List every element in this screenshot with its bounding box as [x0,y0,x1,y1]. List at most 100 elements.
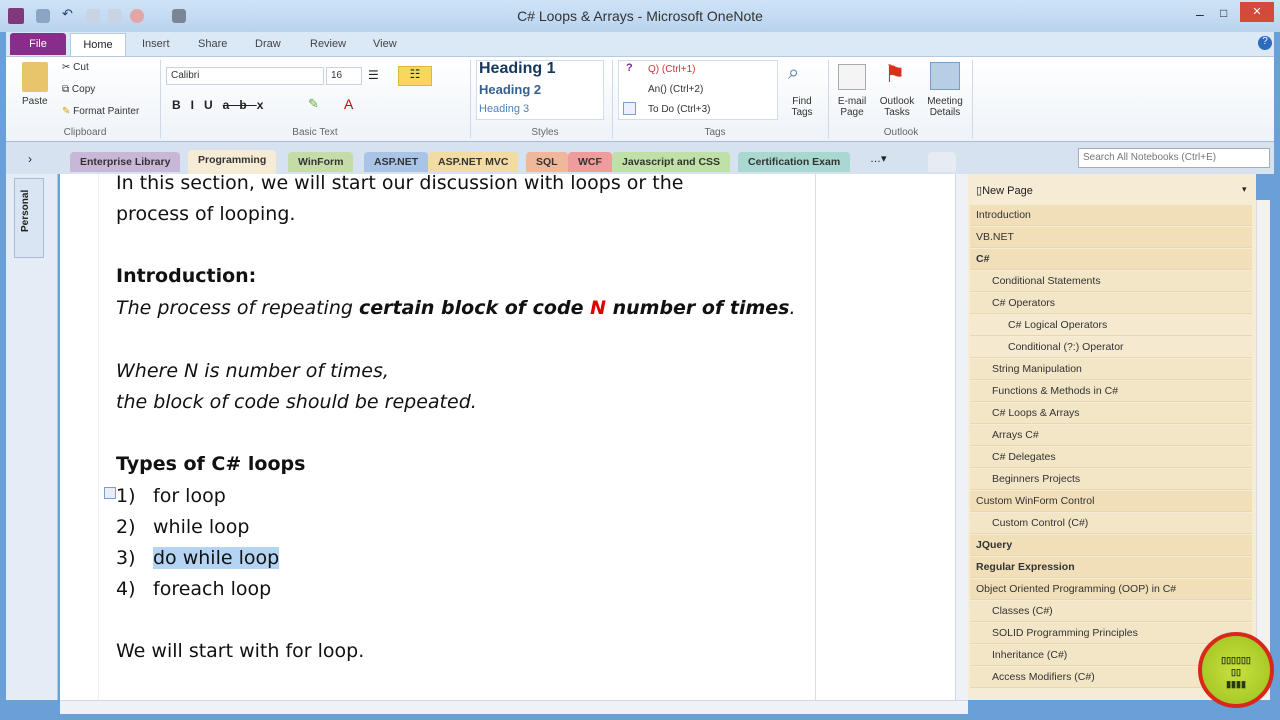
intro-line-1: In this section, we will start our discu… [116,172,684,194]
section-tab[interactable]: Programming [188,150,277,174]
find-tags-button[interactable]: Find Tags [786,96,818,118]
format-painter-button[interactable]: ✎ Format Painter [62,106,139,117]
divider [612,60,613,138]
page-canvas[interactable] [60,174,955,700]
scissors-icon: ✂ [62,62,74,73]
flag-icon: ⚑ [884,61,906,88]
tab-review[interactable]: Review [310,38,346,50]
style-heading-2[interactable]: Heading 2 [479,82,541,97]
font-color-icon[interactable]: A [344,96,353,112]
help-icon[interactable]: ? [1258,36,1272,50]
outlook-tasks-button[interactable]: Outlook Tasks [874,96,920,118]
paste-button[interactable]: Paste [22,96,48,107]
font-size-select[interactable]: 16 [326,67,362,85]
watermark-badge: ▯▯▯▯▯▯ ▯▯ ▮▮▮▮ [1198,632,1274,708]
page-vertical-scrollbar[interactable] [955,174,968,700]
ribbon-tab-bar [6,32,1274,56]
close-button[interactable]: ✕ [1240,2,1274,22]
style-heading-1[interactable]: Heading 1 [479,60,555,78]
meeting-icon [930,62,960,90]
tab-view[interactable]: View [373,38,397,50]
numbering-button[interactable]: ☷ [398,66,432,86]
copy-icon: ⧉ [62,84,72,95]
section-heading: Introduction: [116,265,257,287]
page-item[interactable]: Custom WinForm Control [970,491,1252,512]
page-item[interactable]: C# Operators [970,293,1252,314]
page-horizontal-scrollbar[interactable] [60,700,968,714]
maximize-button[interactable]: □ [1220,6,1227,20]
highlight-icon[interactable]: ✎ [308,96,319,112]
page-item[interactable]: Conditional Statements [970,271,1252,292]
copy-button[interactable]: ⧉ Copy [62,84,95,95]
page-item[interactable]: C# Logical Operators [970,315,1252,336]
meeting-details-button[interactable]: Meeting Details [922,96,968,118]
paste-icon [22,62,48,92]
notebook-label: Personal [20,189,31,232]
expand-notebooks-icon[interactable]: › [28,152,32,166]
page-item[interactable]: Arrays C# [970,425,1252,446]
tab-draw[interactable]: Draw [255,38,281,50]
page-item[interactable]: String Manipulation [970,359,1252,380]
cut-button[interactable]: ✂ Cut [62,62,89,73]
divider [470,60,471,138]
tab-insert[interactable]: Insert [142,38,170,50]
section-tab[interactable]: ASP.NET MVC [428,152,519,172]
tab-file[interactable]: File [10,33,66,55]
where-line-2: the block of code should be repeated. [116,391,477,413]
selected-text: do while loop [153,547,280,569]
section-tab[interactable]: WCF [568,152,612,172]
types-heading: Types of C# loops [116,453,306,475]
new-page-dropdown-icon[interactable]: ▾ [1242,184,1247,195]
bullets-icon[interactable]: ☰ [368,68,379,82]
page-item[interactable]: C# Delegates [970,447,1252,468]
page-item[interactable]: Conditional (?:) Operator [970,337,1252,358]
divider [828,60,829,138]
page-item[interactable]: Classes (C#) [970,601,1252,622]
page-item[interactable]: VB.NET [970,227,1252,248]
email-page-button[interactable]: E-mail Page [834,96,870,118]
page-item[interactable]: Regular Expression [970,557,1252,578]
style-heading-3[interactable]: Heading 3 [479,103,529,115]
page-item[interactable]: C# [970,249,1252,270]
section-tab[interactable]: Enterprise Library [70,152,181,172]
list-item[interactable]: 4) foreach loop [110,578,271,600]
new-section-tab[interactable] [928,152,956,172]
list-item[interactable]: 1) for loop [110,485,226,507]
page-list-scrollbar[interactable] [1256,200,1270,700]
group-label-outlook: Outlook [883,127,919,138]
tab-home[interactable]: Home [70,33,126,57]
new-page-button[interactable]: ▯New Page [976,184,1033,197]
page-item[interactable]: Introduction [970,205,1252,226]
tag-todo[interactable]: To Do (Ctrl+3) [648,104,711,115]
question-tag-icon: ? [626,62,633,74]
minimize-button[interactable]: – [1196,6,1204,22]
font-name-select[interactable]: Calibri [166,67,324,85]
more-sections-button[interactable]: …▾ [870,152,887,165]
group-label-basic-text: Basic Text [292,127,338,138]
divider [972,60,973,138]
section-tab[interactable]: WinForm [288,152,354,172]
search-input[interactable]: Search All Notebooks (Ctrl+E) [1078,148,1270,168]
where-line-1: Where N is number of times, [116,360,389,382]
section-tab[interactable]: Javascript and CSS [612,152,731,172]
page-item[interactable]: Object Oriented Programming (OOP) in C# [970,579,1252,600]
page-item[interactable]: Functions & Methods in C# [970,381,1252,402]
section-tab[interactable]: SQL [526,152,568,172]
tab-share[interactable]: Share [198,38,227,50]
list-item[interactable]: 2) while loop [110,516,249,538]
section-tab[interactable]: ASP.NET [364,152,429,172]
tag-question[interactable]: Q) (Ctrl+1) [648,64,696,75]
page-item[interactable]: Beginners Projects [970,469,1252,490]
page-item[interactable]: JQuery [970,535,1252,556]
section-tab[interactable]: Certification Exam [738,152,851,172]
page-item[interactable]: Custom Control (C#) [970,513,1252,534]
page-item[interactable]: C# Loops & Arrays [970,403,1252,424]
list-item[interactable]: 3) do while loop [110,547,280,569]
group-label-clipboard: Clipboard [63,127,107,138]
tag-important[interactable]: An() (Ctrl+2) [648,84,703,95]
divider [160,60,161,138]
definition: The process of repeating certain block o… [116,297,796,319]
format-buttons[interactable]: BIUabx [172,98,273,112]
find-tags-icon: ⌕ [788,62,800,84]
window-title: C# Loops & Arrays - Microsoft OneNote [517,8,763,24]
